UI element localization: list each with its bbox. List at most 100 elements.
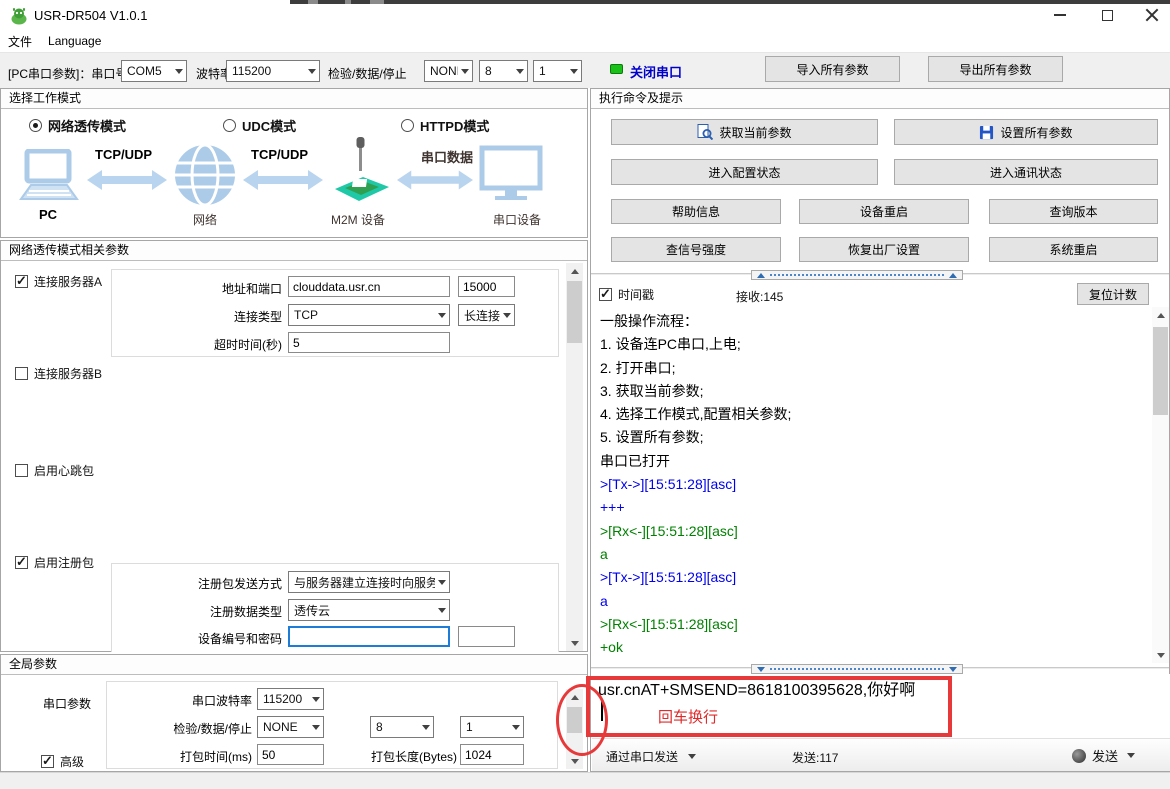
log-line: 3. 获取当前参数; <box>592 380 1152 403</box>
regpack-row[interactable]: 启用注册包 <box>15 554 94 571</box>
pack-len-input[interactable] <box>460 744 524 765</box>
server-a-row[interactable]: 连接服务器A <box>15 273 102 290</box>
maximize-button[interactable] <box>1092 6 1122 24</box>
reg-send-mode-label: 注册包发送方式 <box>112 575 282 592</box>
save-icon <box>979 125 994 140</box>
log-splitter-top[interactable] <box>591 270 1169 280</box>
scroll-down-icon[interactable] <box>1152 647 1169 663</box>
export-params-button[interactable]: 导出所有参数 <box>928 56 1063 82</box>
timestamp-row[interactable]: 时间戳 <box>599 286 654 303</box>
import-params-button[interactable]: 导入所有参数 <box>765 56 900 82</box>
system-restart-button[interactable]: 系统重启 <box>989 237 1158 262</box>
send-bar: 通过串口发送 发送:117 发送 <box>592 738 1170 771</box>
scroll-up-icon[interactable] <box>1152 307 1169 323</box>
work-mode-title: 选择工作模式 <box>1 89 587 109</box>
enter-comm-button[interactable]: 进入通讯状态 <box>894 159 1158 185</box>
scroll-up-icon[interactable] <box>566 263 583 279</box>
device-restart-button[interactable]: 设备重启 <box>799 199 969 224</box>
radio-row-httpd-mode[interactable]: HTTPD模式 <box>401 116 489 135</box>
radio-transparent-mode[interactable] <box>29 119 42 132</box>
annotation-rectangle <box>586 676 952 737</box>
section-global-params: 全局参数 串口参数 串口波特率 115200 检验/数据/停止 NONE 8 1… <box>0 654 588 772</box>
app-logo-icon <box>10 7 28 25</box>
server-a-port-input[interactable] <box>458 276 515 297</box>
splitter-handle[interactable] <box>751 270 963 280</box>
radio-udc-mode[interactable] <box>223 119 236 132</box>
timestamp-checkbox[interactable] <box>599 288 612 301</box>
log-output[interactable]: 一般操作流程： 1. 设备连PC串口,上电; 2. 打开串口; 3. 获取当前参… <box>592 307 1152 663</box>
baud-select[interactable]: 115200 <box>226 60 320 82</box>
minimize-button[interactable] <box>1045 6 1075 24</box>
radio-row-udc-mode[interactable]: UDC模式 <box>223 116 296 135</box>
pack-len-label: 打包长度(Bytes) <box>347 748 457 765</box>
device-pwd-input[interactable] <box>458 626 515 647</box>
get-params-button[interactable]: 获取当前参数 <box>611 119 878 145</box>
send-button[interactable]: 发送 <box>1072 746 1135 765</box>
section-work-mode: 选择工作模式 网络透传模式 UDC模式 HTTPD模式 PC TCP/UDP 网… <box>0 88 588 238</box>
global-parity-select[interactable]: NONE <box>257 716 324 738</box>
heartbeat-row[interactable]: 启用心跳包 <box>15 462 94 479</box>
radio-row-transparent-mode[interactable]: 网络透传模式 <box>29 116 126 135</box>
close-serial-button[interactable]: 关闭串口 <box>630 62 682 81</box>
global-baud-label: 串口波特率 <box>107 692 252 709</box>
databits-select[interactable]: 8 <box>479 60 528 82</box>
enter-config-button[interactable]: 进入配置状态 <box>611 159 878 185</box>
radio-httpd-mode[interactable] <box>401 119 414 132</box>
send-via-dropdown[interactable]: 通过串口发送 <box>606 748 696 765</box>
parity-label: 检验/数据/停止 <box>328 65 407 82</box>
addr-port-label: 地址和端口 <box>112 280 282 297</box>
com-port-select[interactable]: COM5 <box>121 60 187 82</box>
net-params-title: 网络透传模式相关参数 <box>1 241 587 261</box>
conn-type-select[interactable]: TCP <box>288 304 450 326</box>
menu-language[interactable]: Language <box>40 32 109 50</box>
server-a-address-input[interactable] <box>288 276 450 297</box>
scroll-down-icon[interactable] <box>566 635 583 651</box>
signal-strength-button[interactable]: 查信号强度 <box>611 237 781 262</box>
global-stopbits-select[interactable]: 1 <box>460 716 524 738</box>
timeout-input[interactable] <box>288 332 450 353</box>
splitter-handle[interactable] <box>751 664 963 674</box>
stopbits-select[interactable]: 1 <box>533 60 582 82</box>
device-id-input[interactable] <box>288 626 450 647</box>
server-b-row[interactable]: 连接服务器B <box>15 365 102 382</box>
menu-file[interactable]: 文件 <box>0 31 40 52</box>
regpack-checkbox[interactable] <box>15 556 28 569</box>
pack-time-input[interactable] <box>257 744 324 765</box>
reg-send-mode-select[interactable]: 与服务器建立连接时向服务 <box>288 571 450 593</box>
help-info-button[interactable]: 帮助信息 <box>611 199 781 224</box>
server-a-checkbox[interactable] <box>15 275 28 288</box>
recv-count: 接收:145 <box>736 288 783 305</box>
reg-data-type-select[interactable]: 透传云 <box>288 599 450 621</box>
global-databits-select[interactable]: 8 <box>370 716 434 738</box>
parity-select[interactable]: NONI <box>424 60 473 82</box>
query-version-button[interactable]: 查询版本 <box>989 199 1158 224</box>
server-b-checkbox[interactable] <box>15 367 28 380</box>
pc-serial-label: [PC串口参数]：串口号 <box>8 65 127 82</box>
window-title: USR-DR504 V1.0.1 <box>34 8 147 23</box>
log-scrollbar[interactable] <box>1152 307 1169 663</box>
scrollbar-thumb[interactable] <box>567 281 582 343</box>
advanced-checkbox[interactable] <box>41 755 54 768</box>
close-button[interactable] <box>1136 6 1166 24</box>
reset-count-button[interactable]: 复位计数 <box>1077 283 1149 305</box>
factory-reset-button[interactable]: 恢复出厂设置 <box>799 237 969 262</box>
log-line: 串口已打开 <box>592 450 1152 473</box>
log-splitter-bottom[interactable] <box>591 664 1169 674</box>
net-params-scrollbar[interactable] <box>566 263 583 651</box>
global-baud-select[interactable]: 115200 <box>257 688 324 710</box>
scrollbar-thumb[interactable] <box>1153 327 1168 415</box>
chevron-down-icon <box>1127 753 1135 758</box>
chevron-down-icon <box>422 725 430 730</box>
advanced-row[interactable]: 高级 <box>41 753 84 770</box>
radio-udc-mode-label: UDC模式 <box>242 116 296 135</box>
serial-open-indicator <box>610 64 623 74</box>
arrow-left-right-icon <box>397 167 473 193</box>
collapse-down-icon <box>949 667 957 672</box>
log-line: >[Rx<-][15:51:28][asc] <box>592 520 1152 543</box>
keepalive-select[interactable]: 长连接 <box>458 304 515 326</box>
set-all-params-button[interactable]: 设置所有参数 <box>894 119 1158 145</box>
section-commands: 执行命令及提示 获取当前参数 设置所有参数 进入配置状态 进入通讯状态 帮助信息… <box>590 88 1170 772</box>
heartbeat-checkbox[interactable] <box>15 464 28 477</box>
section-net-params: 网络透传模式相关参数 连接服务器A 地址和端口 连接类型 TCP 长连接 超时时… <box>0 240 588 652</box>
chevron-down-icon <box>570 69 578 74</box>
